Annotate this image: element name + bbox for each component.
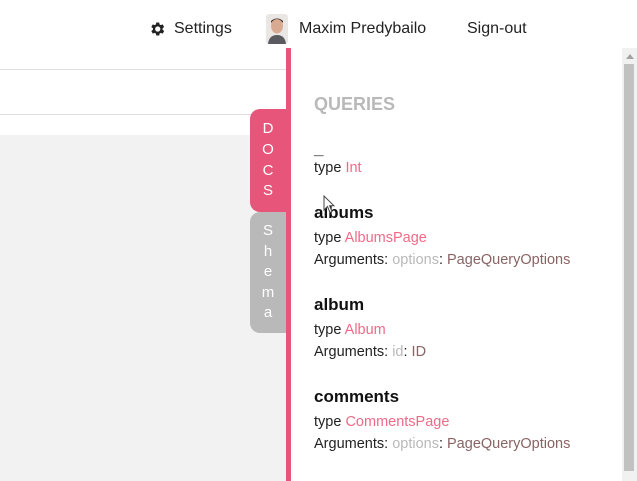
settings-label: Settings	[174, 20, 232, 37]
query-arguments-line: Arguments: options: PageQueryOptions	[314, 252, 570, 268]
argument-separator: :	[403, 344, 408, 360]
type-link[interactable]: AlbumsPage	[345, 230, 427, 246]
gear-icon	[151, 22, 165, 36]
mouse-cursor-icon	[323, 195, 335, 214]
argument-type-link[interactable]: PageQueryOptions	[447, 436, 570, 452]
docs-panel: QUERIES _ type Int albums type AlbumsPag…	[286, 48, 622, 481]
type-label: type	[314, 230, 342, 246]
scrollbar-thumb[interactable]	[624, 64, 634, 471]
tab-shema[interactable]: S h e m a	[250, 212, 286, 333]
section-title: QUERIES	[314, 94, 396, 114]
arguments-label: Arguments:	[314, 344, 389, 360]
type-link[interactable]: Int	[345, 160, 361, 176]
tab-docs-letter: D	[262, 120, 274, 138]
argument-type-link[interactable]: ID	[412, 344, 427, 360]
tab-docs-letter: O	[262, 140, 274, 158]
query-name[interactable]: album	[314, 295, 364, 315]
signout-label: Sign-out	[467, 20, 527, 37]
argument-separator: :	[438, 252, 443, 268]
argument-name: id	[392, 344, 404, 360]
tab-shema-letter: S	[262, 222, 273, 240]
type-link[interactable]: CommentsPage	[345, 414, 449, 430]
tab-docs-letter: S	[262, 182, 273, 200]
query-name[interactable]: comments	[314, 387, 399, 407]
tab-shema-letter: m	[261, 283, 275, 301]
argument-name: options	[392, 436, 439, 452]
settings-link[interactable]: Settings	[148, 0, 232, 58]
argument-separator: :	[438, 436, 443, 452]
query-type-line: type Album	[314, 322, 386, 338]
user-name: Maxim Predybailo	[299, 20, 427, 37]
query-arguments-line: Arguments: options: PageQueryOptions	[314, 436, 570, 452]
type-label: type	[314, 160, 342, 176]
docs-scrollbar[interactable]	[622, 48, 637, 481]
type-label: type	[314, 414, 342, 430]
tab-shema-letter: h	[263, 242, 273, 260]
avatar	[266, 14, 288, 44]
type-label: type	[314, 322, 342, 338]
editor-area	[0, 69, 286, 481]
arguments-label: Arguments:	[314, 252, 389, 268]
argument-type-link[interactable]: PageQueryOptions	[447, 252, 570, 268]
query-type-line: type CommentsPage	[314, 414, 449, 430]
editor-toolbar[interactable]	[0, 70, 286, 115]
tab-shema-letter: e	[263, 263, 273, 281]
arguments-label: Arguments:	[314, 436, 389, 452]
query-name[interactable]: _	[314, 139, 323, 159]
type-link[interactable]: Album	[345, 322, 386, 338]
tab-docs-letter: C	[262, 161, 274, 179]
query-editor[interactable]	[0, 135, 286, 481]
argument-name: options	[392, 252, 439, 268]
query-type-line: type Int	[314, 160, 362, 176]
scroll-up-arrow-icon[interactable]	[626, 54, 634, 59]
tab-docs[interactable]: D O C S	[250, 109, 286, 212]
query-type-line: type AlbumsPage	[314, 230, 427, 246]
query-arguments-line: Arguments: id: ID	[314, 344, 426, 360]
tab-shema-letter: a	[263, 304, 273, 322]
